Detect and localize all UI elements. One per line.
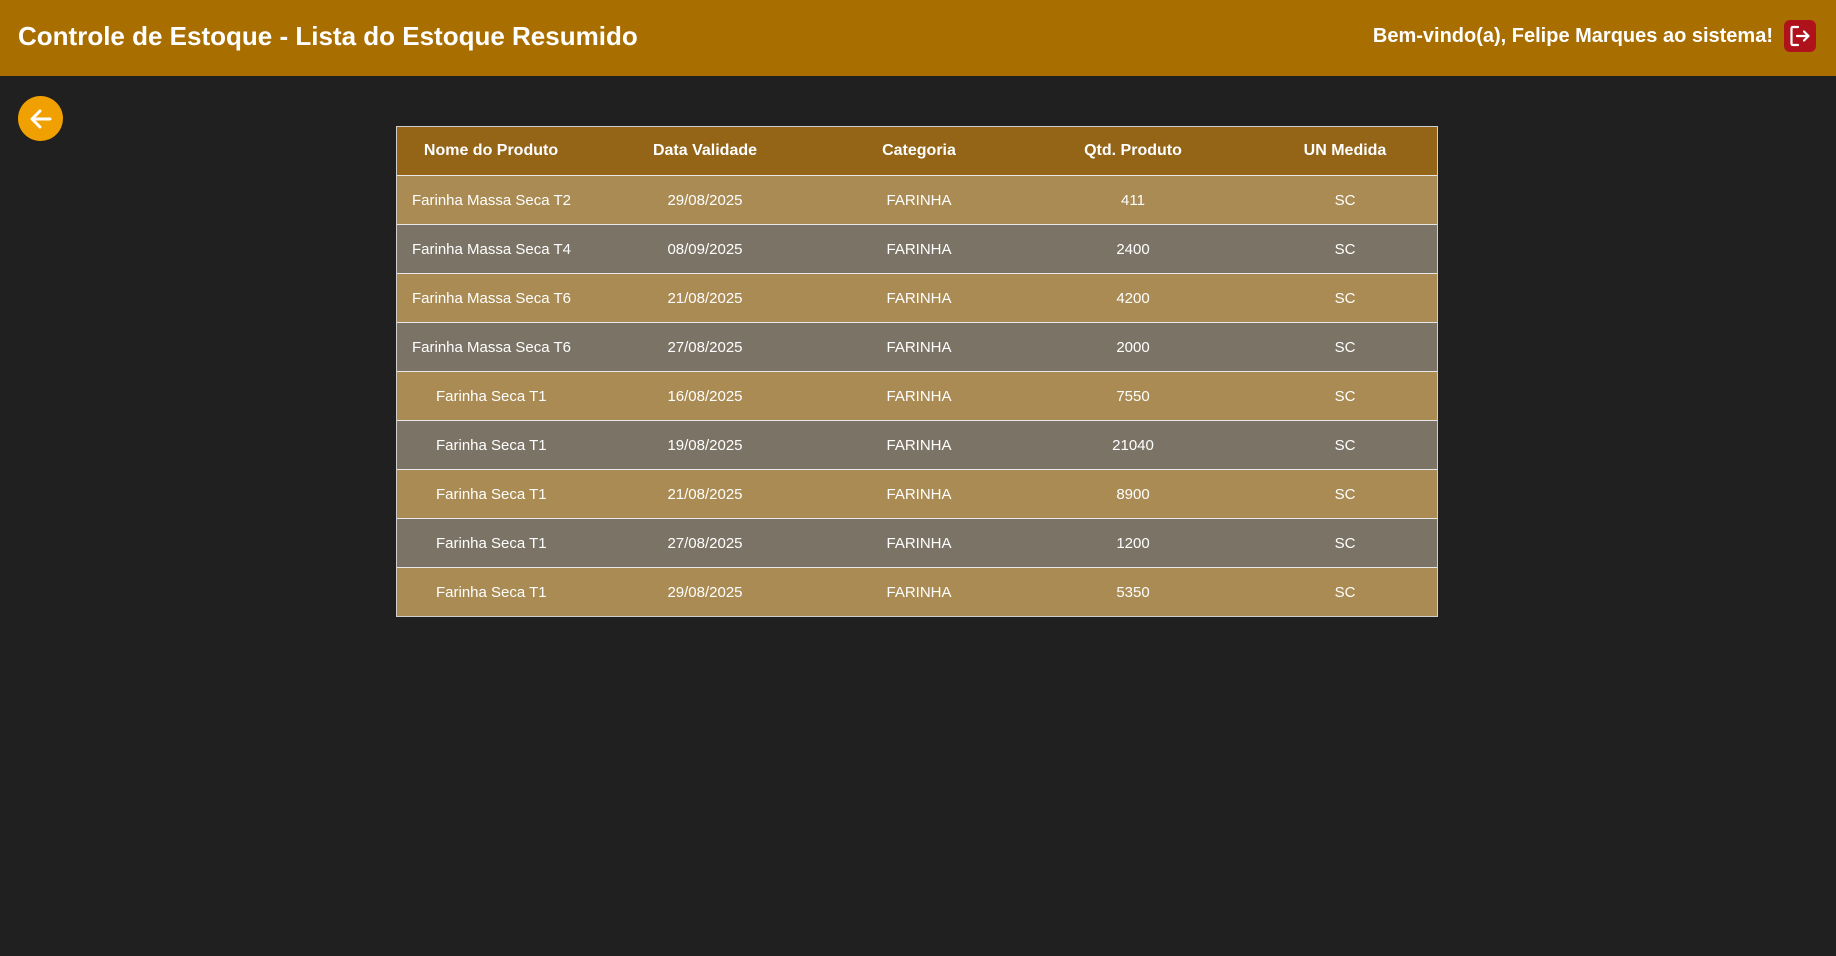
unit-cell: SC (1253, 371, 1437, 421)
table-row[interactable]: Farinha Seca T1 21/08/2025 FARINHA 8900 SC (397, 469, 1437, 519)
table-row[interactable]: Farinha Massa Seca T2 29/08/2025 FARINHA 41… (397, 175, 1437, 225)
quantity-cell: 8900 (1013, 469, 1253, 519)
table-row[interactable]: Farinha Seca T1 27/08/2025 FARINHA 1200 SC (397, 518, 1437, 568)
back-button[interactable] (18, 96, 63, 141)
expiry-date-cell: 08/09/2025 (585, 224, 825, 274)
column-product-name-header: Nome do Produto (397, 127, 585, 176)
welcome-message: Bem-vindo(a), Felipe Marques ao sistema! (1372, 24, 1773, 47)
logout-button[interactable] (1784, 20, 1816, 52)
product-name-cell: Farinha Massa Seca T4 (397, 224, 585, 274)
quantity-cell: 2000 (1013, 322, 1253, 372)
expiry-date-cell: 27/08/2025 (585, 518, 825, 568)
quantity-cell: 4200 (1013, 273, 1253, 323)
product-name-cell: Farinha Massa Seca T6 (397, 322, 585, 372)
table-row[interactable]: Farinha Seca T1 19/08/2025 FARINHA 21040 SC (397, 420, 1437, 470)
unit-cell: SC (1253, 224, 1437, 274)
expiry-date-cell: 21/08/2025 (585, 469, 825, 519)
category-cell: FARINHA (825, 175, 1013, 225)
unit-cell: SC (1253, 322, 1437, 372)
table-row[interactable]: Farinha Massa Seca T6 21/08/2025 FARINHA 42… (397, 273, 1437, 323)
category-cell: FARINHA (825, 469, 1013, 519)
stock-table: Nome do Produto Data Validade Categoria Qtd… (397, 127, 1437, 616)
column-category-header: Categoria (825, 127, 1013, 176)
expiry-date-cell: 27/08/2025 (585, 322, 825, 372)
unit-cell: SC (1253, 420, 1437, 470)
quantity-cell: 2400 (1013, 224, 1253, 274)
user-area: Bem-vindo(a), Felipe Marques ao sistema! (1373, 19, 1816, 53)
category-cell: FARINHA (825, 420, 1013, 470)
quantity-cell: 411 (1013, 175, 1253, 225)
category-cell: FARINHA (825, 322, 1013, 372)
quantity-cell: 21040 (1013, 420, 1253, 470)
arrow-left-icon (30, 109, 51, 128)
table-row[interactable]: Farinha Seca T1 29/08/2025 FARINHA 5350 SC (397, 567, 1437, 616)
unit-cell: SC (1253, 518, 1437, 568)
table-row[interactable]: Farinha Massa Seca T6 27/08/2025 FARINHA 20… (397, 322, 1437, 372)
table-row[interactable]: Farinha Seca T1 16/08/2025 FARINHA 7550 SC (397, 371, 1437, 421)
page-title: Controle de Estoque - Lista do Estoque R… (18, 21, 638, 51)
expiry-date-cell: 29/08/2025 (585, 175, 825, 225)
table-body: Farinha Massa Seca T2 29/08/2025 FARINHA 41… (397, 175, 1437, 616)
expiry-date-cell: 21/08/2025 (585, 273, 825, 323)
product-name-cell: Farinha Massa Seca T6 (397, 273, 585, 323)
product-name-cell: Farinha Massa Seca T2 (397, 175, 585, 225)
unit-cell: SC (1253, 273, 1437, 323)
product-name-cell: Farinha Seca T1 (397, 371, 585, 421)
category-cell: FARINHA (825, 224, 1013, 274)
column-expiry-date-header: Data Validade (585, 127, 825, 176)
unit-cell: SC (1253, 469, 1437, 519)
expiry-date-cell: 16/08/2025 (585, 371, 825, 421)
logout-icon (1790, 25, 1810, 47)
category-cell: FARINHA (825, 371, 1013, 421)
product-name-cell: Farinha Seca T1 (397, 420, 585, 470)
stock-table-container: Nome do Produto Data Validade Categoria Qtd… (396, 126, 1438, 617)
table-header-row: Nome do Produto Data Validade Categoria Qtd… (397, 127, 1437, 176)
unit-cell: SC (1253, 567, 1437, 616)
category-cell: FARINHA (825, 518, 1013, 568)
table-row[interactable]: Farinha Massa Seca T4 08/09/2025 FARINHA 24… (397, 224, 1437, 274)
product-name-cell: Farinha Seca T1 (397, 518, 585, 568)
column-unit-header: UN Medida (1253, 127, 1437, 176)
app-header: Controle de Estoque - Lista do Estoque R… (0, 0, 1836, 76)
quantity-cell: 1200 (1013, 518, 1253, 568)
quantity-cell: 5350 (1013, 567, 1253, 616)
quantity-cell: 7550 (1013, 371, 1253, 421)
product-name-cell: Farinha Seca T1 (397, 469, 585, 519)
unit-cell: SC (1253, 175, 1437, 225)
product-name-cell: Farinha Seca T1 (397, 567, 585, 616)
category-cell: FARINHA (825, 273, 1013, 323)
category-cell: FARINHA (825, 567, 1013, 616)
expiry-date-cell: 19/08/2025 (585, 420, 825, 470)
expiry-date-cell: 29/08/2025 (585, 567, 825, 616)
column-quantity-header: Qtd. Produto (1013, 127, 1253, 176)
